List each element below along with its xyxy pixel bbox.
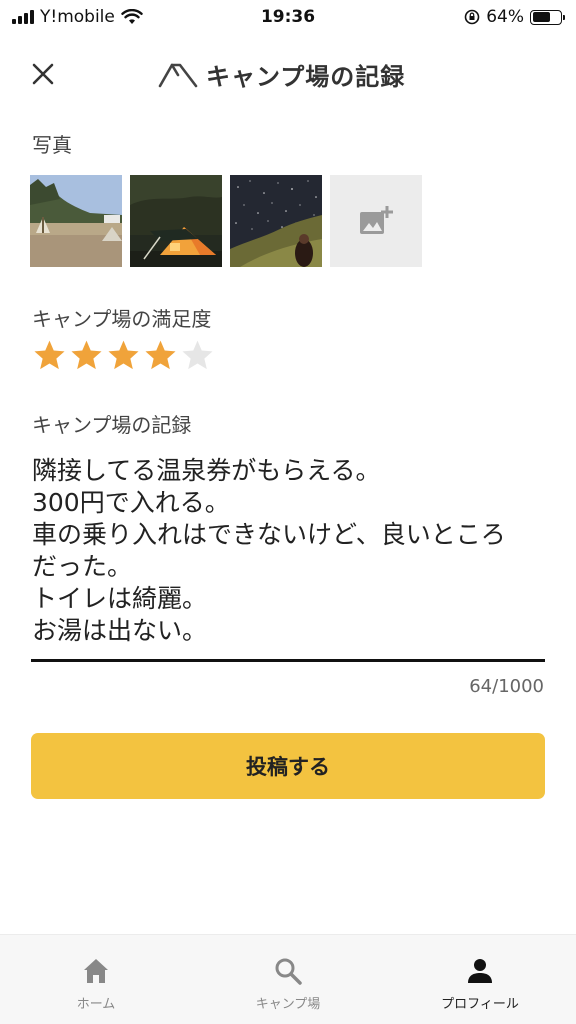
photos-label: 写真 [32, 133, 72, 157]
close-icon[interactable] [28, 59, 58, 89]
photo-list [30, 175, 422, 267]
star-3[interactable] [106, 338, 141, 373]
char-count: 64/1000 [469, 676, 544, 697]
page-title-text: キャンプ場の記録 [206, 63, 406, 91]
status-left: Y!mobile [12, 7, 143, 27]
textarea-underline [31, 659, 545, 662]
carrier-name: Y!mobile [40, 7, 115, 27]
photo-tent-night[interactable] [130, 175, 222, 267]
record-line: トイレは綺麗。 [32, 584, 208, 613]
orientation-lock-icon [464, 9, 480, 25]
add-photo-icon [360, 206, 393, 234]
record-line: 300円で入れる。 [32, 488, 230, 517]
tab-campsite[interactable]: キャンプ場 [192, 935, 384, 1024]
rating-stars[interactable] [32, 338, 215, 373]
record-label: キャンプ場の記録 [32, 413, 192, 437]
tab-bar: ホーム キャンプ場 プロフィール [0, 934, 576, 1024]
status-bar: Y!mobile 19:36 64% [0, 0, 576, 34]
star-4[interactable] [143, 338, 178, 373]
record-line: 車の乗り入れはできないけど、良いところ [32, 520, 506, 549]
search-icon [275, 958, 302, 985]
signal-icon [12, 10, 34, 24]
tent-logo-icon [158, 63, 198, 87]
tab-profile-label: プロフィール [441, 997, 519, 1012]
submit-button[interactable]: 投稿する [31, 733, 545, 799]
battery-fill [532, 12, 550, 22]
wifi-icon [121, 9, 143, 24]
record-line: お湯は出ない。 [32, 616, 208, 645]
record-line: だった。 [32, 552, 133, 581]
star-5[interactable] [180, 338, 215, 373]
photo-starry-sky[interactable] [230, 175, 322, 267]
tab-profile[interactable]: プロフィール [384, 935, 576, 1024]
home-icon [84, 959, 108, 983]
photo-campsite-day[interactable] [30, 175, 122, 267]
star-2[interactable] [69, 338, 104, 373]
page-title: キャンプ場の記録 [158, 57, 405, 92]
header: キャンプ場の記録 [0, 50, 576, 98]
tab-home-label: ホーム [76, 997, 116, 1012]
battery-percent: 64% [486, 7, 524, 27]
profile-icon [468, 959, 492, 983]
status-right: 64% [464, 7, 565, 27]
star-1[interactable] [32, 338, 67, 373]
battery-icon [530, 9, 565, 25]
record-line: 隣接してる温泉券がもらえる。 [32, 456, 381, 485]
tab-home[interactable]: ホーム [0, 935, 192, 1024]
tab-campsite-label: キャンプ場 [255, 997, 321, 1012]
satisfaction-label: キャンプ場の満足度 [32, 307, 212, 331]
record-textarea[interactable]: 隣接してる温泉券がもらえる。 300円で入れる。車の乗り入れはできないけど、良いと… [32, 455, 546, 647]
add-photo-button[interactable] [330, 175, 422, 267]
